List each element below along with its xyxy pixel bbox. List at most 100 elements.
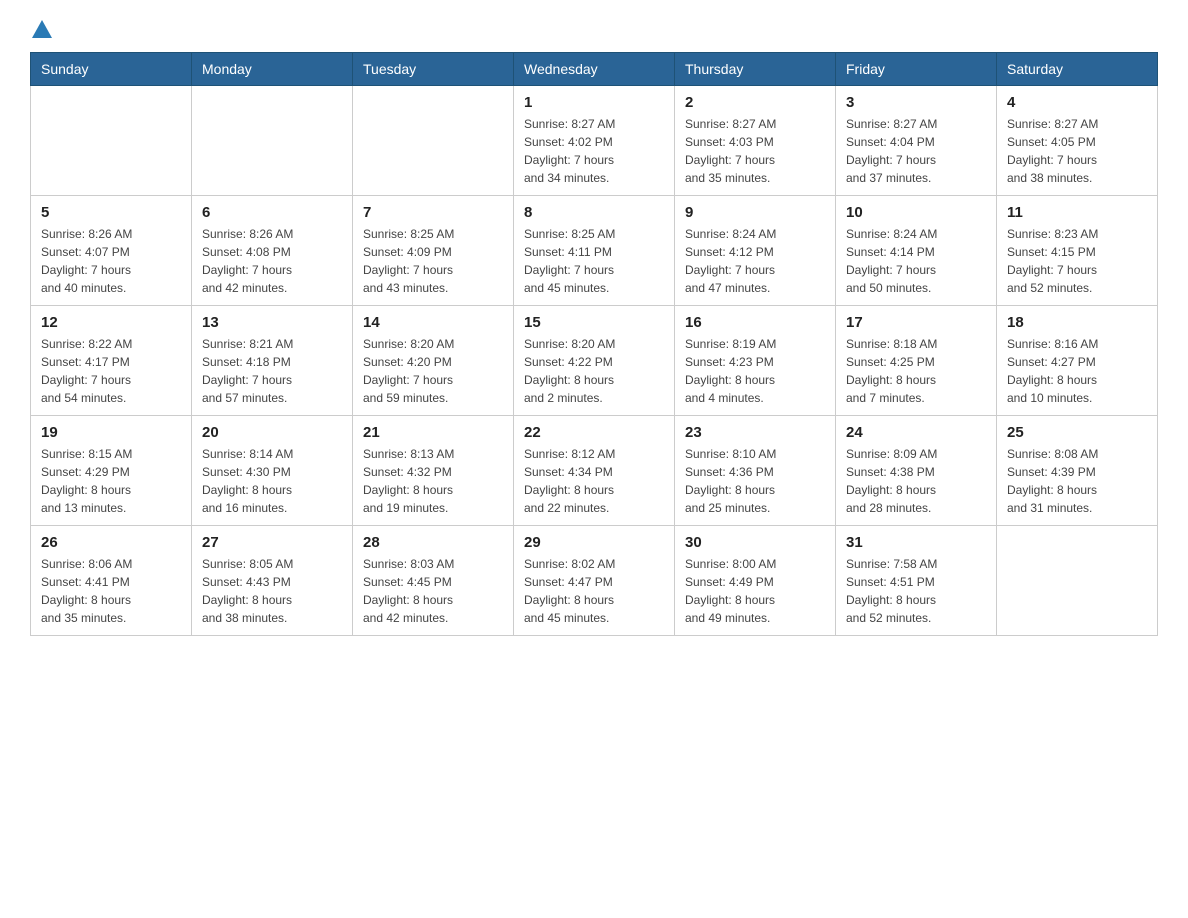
page-header	[30, 20, 1158, 36]
col-sunday: Sunday	[31, 53, 192, 86]
calendar-day-cell	[31, 86, 192, 196]
calendar-week-row: 19 Sunrise: 8:15 AM Sunset: 4:29 PM Dayli…	[31, 416, 1158, 526]
calendar-day-cell	[192, 86, 353, 196]
day-number: 31	[846, 534, 986, 551]
calendar-table: Sunday Monday Tuesday Wednesday Thursday…	[30, 52, 1158, 636]
day-number: 11	[1007, 204, 1147, 221]
day-info: Sunrise: 8:18 AM Sunset: 4:25 PM Dayligh…	[846, 335, 986, 407]
day-info: Sunrise: 8:27 AM Sunset: 4:02 PM Dayligh…	[524, 115, 664, 187]
calendar-day-cell: 28 Sunrise: 8:03 AM Sunset: 4:45 PM Dayli…	[353, 526, 514, 636]
day-number: 15	[524, 314, 664, 331]
day-info: Sunrise: 8:27 AM Sunset: 4:05 PM Dayligh…	[1007, 115, 1147, 187]
day-number: 12	[41, 314, 181, 331]
calendar-week-row: 5Sunrise: 8:26 AM Sunset: 4:07 PM Daylig…	[31, 196, 1158, 306]
day-info: Sunrise: 8:14 AM Sunset: 4:30 PM Dayligh…	[202, 445, 342, 517]
day-info: Sunrise: 7:58 AM Sunset: 4:51 PM Dayligh…	[846, 555, 986, 627]
day-info: Sunrise: 8:20 AM Sunset: 4:22 PM Dayligh…	[524, 335, 664, 407]
day-info: Sunrise: 8:03 AM Sunset: 4:45 PM Dayligh…	[363, 555, 503, 627]
day-info: Sunrise: 8:25 AM Sunset: 4:11 PM Dayligh…	[524, 225, 664, 297]
calendar-day-cell: 3 Sunrise: 8:27 AM Sunset: 4:04 PM Daylig…	[836, 86, 997, 196]
day-info: Sunrise: 8:00 AM Sunset: 4:49 PM Dayligh…	[685, 555, 825, 627]
day-number: 18	[1007, 314, 1147, 331]
calendar-day-cell: 14Sunrise: 8:20 AM Sunset: 4:20 PM Dayli…	[353, 306, 514, 416]
calendar-day-cell: 18 Sunrise: 8:16 AM Sunset: 4:27 PM Dayli…	[997, 306, 1158, 416]
calendar-day-cell: 15 Sunrise: 8:20 AM Sunset: 4:22 PM Dayli…	[514, 306, 675, 416]
day-info: Sunrise: 8:27 AM Sunset: 4:03 PM Dayligh…	[685, 115, 825, 187]
day-number: 17	[846, 314, 986, 331]
calendar-day-cell: 9 Sunrise: 8:24 AM Sunset: 4:12 PM Daylig…	[675, 196, 836, 306]
day-number: 20	[202, 424, 342, 441]
day-info: Sunrise: 8:06 AM Sunset: 4:41 PM Dayligh…	[41, 555, 181, 627]
day-number: 4	[1007, 94, 1147, 111]
calendar-day-cell: 21 Sunrise: 8:13 AM Sunset: 4:32 PM Dayli…	[353, 416, 514, 526]
calendar-day-cell: 11 Sunrise: 8:23 AM Sunset: 4:15 PM Dayli…	[997, 196, 1158, 306]
calendar-day-cell: 16 Sunrise: 8:19 AM Sunset: 4:23 PM Dayli…	[675, 306, 836, 416]
day-number: 9	[685, 204, 825, 221]
day-number: 23	[685, 424, 825, 441]
day-number: 19	[41, 424, 181, 441]
day-info: Sunrise: 8:13 AM Sunset: 4:32 PM Dayligh…	[363, 445, 503, 517]
day-number: 22	[524, 424, 664, 441]
calendar-day-cell: 25Sunrise: 8:08 AM Sunset: 4:39 PM Dayli…	[997, 416, 1158, 526]
day-info: Sunrise: 8:19 AM Sunset: 4:23 PM Dayligh…	[685, 335, 825, 407]
day-info: Sunrise: 8:15 AM Sunset: 4:29 PM Dayligh…	[41, 445, 181, 517]
day-number: 1	[524, 94, 664, 111]
day-info: Sunrise: 8:27 AM Sunset: 4:04 PM Dayligh…	[846, 115, 986, 187]
day-number: 13	[202, 314, 342, 331]
day-number: 2	[685, 94, 825, 111]
calendar-day-cell: 2 Sunrise: 8:27 AM Sunset: 4:03 PM Daylig…	[675, 86, 836, 196]
day-info: Sunrise: 8:16 AM Sunset: 4:27 PM Dayligh…	[1007, 335, 1147, 407]
day-number: 29	[524, 534, 664, 551]
col-friday: Friday	[836, 53, 997, 86]
calendar-day-cell: 27 Sunrise: 8:05 AM Sunset: 4:43 PM Dayli…	[192, 526, 353, 636]
day-info: Sunrise: 8:23 AM Sunset: 4:15 PM Dayligh…	[1007, 225, 1147, 297]
day-number: 8	[524, 204, 664, 221]
day-info: Sunrise: 8:21 AM Sunset: 4:18 PM Dayligh…	[202, 335, 342, 407]
calendar-day-cell: 5Sunrise: 8:26 AM Sunset: 4:07 PM Daylig…	[31, 196, 192, 306]
calendar-day-cell: 30Sunrise: 8:00 AM Sunset: 4:49 PM Dayli…	[675, 526, 836, 636]
day-info: Sunrise: 8:20 AM Sunset: 4:20 PM Dayligh…	[363, 335, 503, 407]
day-info: Sunrise: 8:26 AM Sunset: 4:08 PM Dayligh…	[202, 225, 342, 297]
day-number: 6	[202, 204, 342, 221]
day-number: 5	[41, 204, 181, 221]
day-number: 10	[846, 204, 986, 221]
calendar-day-cell: 1 Sunrise: 8:27 AM Sunset: 4:02 PM Daylig…	[514, 86, 675, 196]
day-number: 16	[685, 314, 825, 331]
col-wednesday: Wednesday	[514, 53, 675, 86]
day-info: Sunrise: 8:22 AM Sunset: 4:17 PM Dayligh…	[41, 335, 181, 407]
calendar-day-cell: 31 Sunrise: 7:58 AM Sunset: 4:51 PM Dayli…	[836, 526, 997, 636]
day-number: 3	[846, 94, 986, 111]
calendar-day-cell: 4 Sunrise: 8:27 AM Sunset: 4:05 PM Daylig…	[997, 86, 1158, 196]
calendar-day-cell	[997, 526, 1158, 636]
calendar-day-cell: 19 Sunrise: 8:15 AM Sunset: 4:29 PM Dayli…	[31, 416, 192, 526]
day-number: 7	[363, 204, 503, 221]
calendar-week-row: 26 Sunrise: 8:06 AM Sunset: 4:41 PM Dayli…	[31, 526, 1158, 636]
calendar-day-cell: 12 Sunrise: 8:22 AM Sunset: 4:17 PM Dayli…	[31, 306, 192, 416]
day-number: 27	[202, 534, 342, 551]
col-monday: Monday	[192, 53, 353, 86]
day-info: Sunrise: 8:24 AM Sunset: 4:14 PM Dayligh…	[846, 225, 986, 297]
day-info: Sunrise: 8:09 AM Sunset: 4:38 PM Dayligh…	[846, 445, 986, 517]
day-info: Sunrise: 8:24 AM Sunset: 4:12 PM Dayligh…	[685, 225, 825, 297]
logo	[30, 20, 52, 36]
col-tuesday: Tuesday	[353, 53, 514, 86]
day-number: 26	[41, 534, 181, 551]
day-info: Sunrise: 8:10 AM Sunset: 4:36 PM Dayligh…	[685, 445, 825, 517]
calendar-day-cell: 6 Sunrise: 8:26 AM Sunset: 4:08 PM Daylig…	[192, 196, 353, 306]
day-info: Sunrise: 8:12 AM Sunset: 4:34 PM Dayligh…	[524, 445, 664, 517]
calendar-header-row: Sunday Monday Tuesday Wednesday Thursday…	[31, 53, 1158, 86]
day-number: 25	[1007, 424, 1147, 441]
calendar-day-cell: 23 Sunrise: 8:10 AM Sunset: 4:36 PM Dayli…	[675, 416, 836, 526]
calendar-day-cell: 7Sunrise: 8:25 AM Sunset: 4:09 PM Daylig…	[353, 196, 514, 306]
calendar-week-row: 12 Sunrise: 8:22 AM Sunset: 4:17 PM Dayli…	[31, 306, 1158, 416]
day-number: 21	[363, 424, 503, 441]
calendar-day-cell	[353, 86, 514, 196]
col-saturday: Saturday	[997, 53, 1158, 86]
day-info: Sunrise: 8:02 AM Sunset: 4:47 PM Dayligh…	[524, 555, 664, 627]
day-number: 28	[363, 534, 503, 551]
calendar-day-cell: 29 Sunrise: 8:02 AM Sunset: 4:47 PM Dayli…	[514, 526, 675, 636]
col-thursday: Thursday	[675, 53, 836, 86]
calendar-day-cell: 24Sunrise: 8:09 AM Sunset: 4:38 PM Dayli…	[836, 416, 997, 526]
logo-triangle-icon	[32, 20, 52, 38]
day-info: Sunrise: 8:05 AM Sunset: 4:43 PM Dayligh…	[202, 555, 342, 627]
